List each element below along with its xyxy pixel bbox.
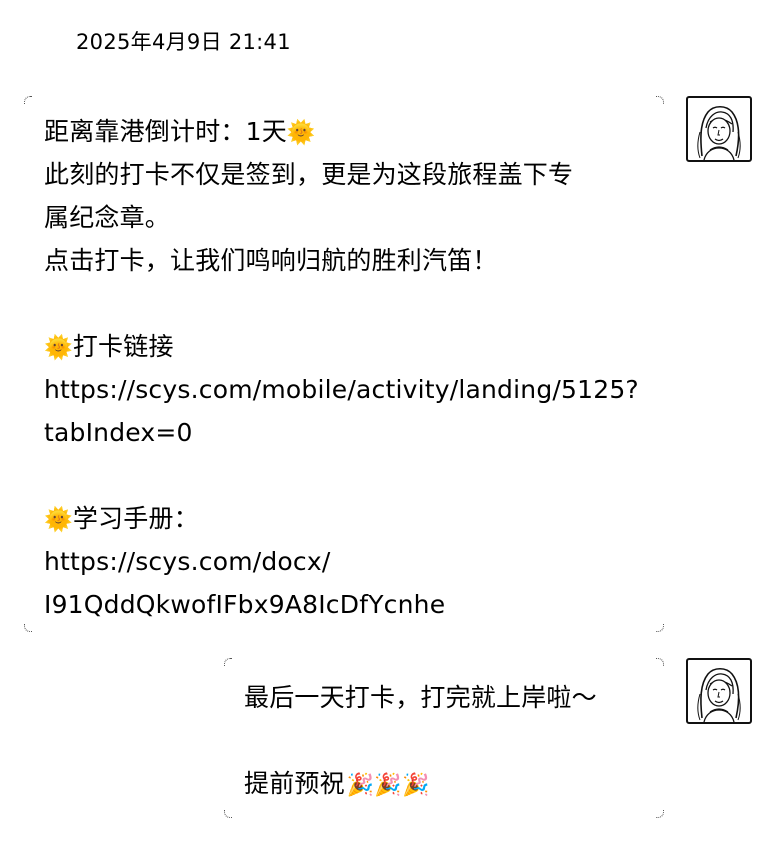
avatar-drawing: [697, 105, 741, 160]
message-line: 距离靠港倒计时：1天🌞: [44, 110, 639, 153]
chat-message-bubble[interactable]: 距离靠港倒计时：1天🌞 此刻的打卡不仅是签到，更是为这段旅程盖下专 属纪念章。 …: [24, 96, 664, 632]
message-line: 提前预祝🎉🎉🎉: [244, 762, 597, 805]
bubble-corner: [656, 658, 664, 666]
sun-emoji-icon: 🌞: [44, 507, 73, 533]
bubble-corner: [656, 624, 664, 632]
message-timestamp: 2025年4月9日 21:41: [76, 30, 291, 54]
woman-portrait-icon[interactable]: [686, 658, 752, 724]
sun-emoji-icon: 🌞: [44, 335, 73, 361]
woman-portrait-icon[interactable]: [686, 96, 752, 162]
bubble-corner: [224, 658, 232, 666]
message-line: 🌞学习手册：: [44, 497, 639, 540]
message-text: 最后一天打卡，打完就上岸啦～ 提前预祝🎉🎉🎉: [244, 676, 597, 805]
checkin-link-label: 打卡链接: [72, 332, 174, 361]
handbook-link-continued[interactable]: I91QddQkwofIFbx9A8IcDfYcnhe: [44, 583, 639, 626]
bubble-corner: [224, 810, 232, 818]
message-line: 点击打卡，让我们鸣响归航的胜利汽笛！: [44, 246, 498, 275]
bubble-corner: [656, 810, 664, 818]
message-line: 最后一天打卡，打完就上岸啦～: [244, 683, 597, 712]
avatar-drawing: [697, 667, 741, 722]
message-text: 距离靠港倒计时：1天🌞 此刻的打卡不仅是签到，更是为这段旅程盖下专 属纪念章。 …: [44, 110, 639, 626]
congrats-text: 提前预祝: [244, 769, 345, 798]
message-line: 🌞打卡链接: [44, 325, 639, 368]
handbook-label: 学习手册：: [72, 504, 199, 533]
message-line: 此刻的打卡不仅是签到，更是为这段旅程盖下专: [44, 160, 574, 189]
bubble-corner: [24, 624, 32, 632]
party-popper-icon: 🎉🎉🎉: [346, 773, 430, 798]
countdown-text: 距离靠港倒计时：1天: [44, 117, 287, 146]
checkin-link[interactable]: https://scys.com/mobile/activity/landing…: [44, 368, 639, 411]
handbook-link[interactable]: https://scys.com/docx/: [44, 540, 639, 583]
bubble-corner: [24, 96, 32, 104]
message-line: 属纪念章。: [44, 203, 171, 232]
checkin-link-continued[interactable]: tabIndex=0: [44, 411, 639, 454]
sun-emoji-icon: 🌞: [286, 120, 316, 146]
bubble-corner: [656, 96, 664, 104]
chat-message-bubble[interactable]: 最后一天打卡，打完就上岸啦～ 提前预祝🎉🎉🎉: [224, 658, 664, 818]
